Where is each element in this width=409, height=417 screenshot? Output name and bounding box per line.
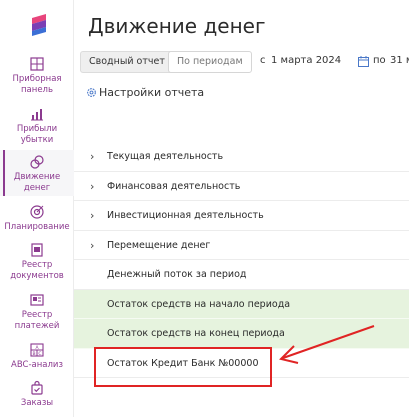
sidebar-item-documents[interactable]: Реестр документов — [0, 242, 74, 281]
sidebar-item-label: Планирование — [4, 222, 70, 232]
chevron-right-icon[interactable]: › — [90, 172, 94, 201]
date-from-label: с — [260, 55, 266, 66]
sidebar: Приборная панель Прибыли убытки Движение… — [0, 0, 74, 417]
report-table: › Текущая деятельность › Финансовая деят… — [74, 142, 409, 378]
sidebar-item-abc-analysis[interactable]: ABC ABC-анализ — [0, 342, 74, 371]
annotation-highlight-box — [94, 347, 272, 387]
chevron-right-icon[interactable]: › — [90, 201, 94, 230]
page-title: Движение денег — [88, 14, 266, 38]
calendar-icon[interactable] — [358, 56, 369, 67]
sidebar-item-profit-loss[interactable]: Прибыли убытки — [0, 106, 74, 145]
chevron-right-icon[interactable]: › — [90, 231, 94, 260]
date-from-value[interactable]: 1 марта 2024 — [271, 55, 341, 66]
sidebar-item-dashboard[interactable]: Приборная панель — [0, 56, 74, 95]
report-row-closing-balance: Остаток средств на конец периода — [74, 319, 409, 349]
report-row-label: Остаток средств на конец периода — [107, 328, 285, 339]
svg-text:B: B — [32, 351, 35, 357]
documents-icon — [31, 243, 43, 257]
report-settings-label: Настройки отчета — [99, 86, 205, 99]
tab-by-periods[interactable]: По периодам — [168, 51, 252, 73]
date-to-label: по — [373, 55, 386, 66]
sidebar-item-label: Реестр документов — [10, 260, 64, 281]
date-to-value[interactable]: 31 м — [390, 55, 409, 66]
app-logo[interactable] — [28, 14, 50, 36]
tab-summary-report[interactable]: Сводный отчет — [80, 51, 174, 73]
sidebar-item-label: Движение денег — [13, 172, 61, 193]
report-row-label: Текущая деятельность — [107, 151, 224, 162]
orders-icon — [31, 380, 43, 395]
report-row-money-transfer[interactable]: › Перемещение денег — [74, 231, 409, 260]
report-settings-link[interactable]: Настройки отчета — [86, 86, 204, 99]
report-row-current-activity[interactable]: › Текущая деятельность — [74, 142, 409, 172]
report-row-period-cash-flow: Денежный поток за период — [74, 260, 409, 290]
sidebar-item-cash-flow[interactable]: Движение денег — [0, 150, 74, 196]
svg-text:C: C — [38, 351, 41, 357]
report-row-opening-balance: Остаток средств на начало периода — [74, 289, 409, 319]
report-row-investment-activity[interactable]: › Инвестиционная деятельность — [74, 201, 409, 231]
sidebar-item-label: Приборная панель — [12, 74, 62, 95]
report-row-label: Денежный поток за период — [107, 269, 247, 280]
sidebar-item-payments[interactable]: Реестр платежей — [0, 292, 74, 331]
sidebar-item-label: Прибыли убытки — [16, 124, 58, 145]
report-row-label: Остаток средств на начало периода — [107, 298, 291, 310]
report-row-financial-activity[interactable]: › Финансовая деятельность — [74, 172, 409, 201]
report-row-label: Перемещение денег — [107, 239, 211, 251]
abc-icon: AB C — [30, 343, 44, 357]
sidebar-item-label: Реестр платежей — [14, 310, 60, 331]
sidebar-item-label: ABC-анализ — [11, 360, 63, 370]
chevron-right-icon[interactable]: › — [90, 142, 94, 171]
chart-icon — [31, 109, 43, 121]
report-row-label: Инвестиционная деятельность — [107, 210, 264, 221]
sidebar-item-orders[interactable]: Заказы — [0, 380, 74, 409]
payments-icon — [30, 294, 44, 306]
money-flow-icon — [30, 155, 44, 169]
target-icon — [30, 205, 44, 219]
report-row-label: Финансовая деятельность — [107, 180, 241, 192]
report-toolbar: Сводный отчет По периодам с 1 марта 2024… — [74, 50, 409, 76]
dashboard-icon — [30, 57, 44, 71]
sidebar-item-label: Заказы — [20, 398, 54, 408]
sidebar-item-planning[interactable]: Планирование — [0, 204, 74, 233]
gear-icon — [87, 88, 96, 97]
